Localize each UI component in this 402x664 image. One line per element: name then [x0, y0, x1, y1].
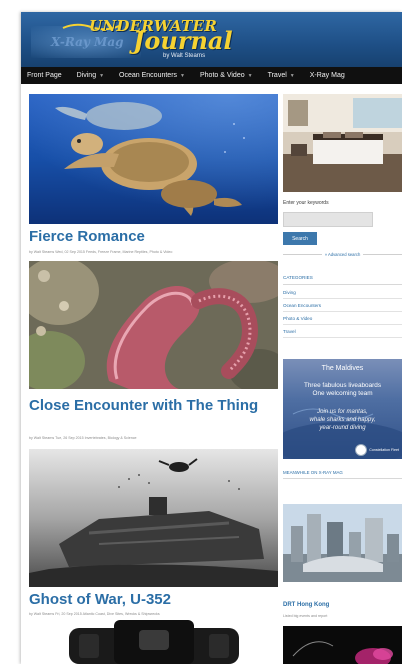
post-title[interactable]: Ghost of War, U-352	[29, 591, 171, 608]
ad-text: Three fabulous liveaboards	[303, 382, 382, 389]
ad-text: One welcoming team	[312, 390, 373, 397]
chevron-down-icon: ▼	[289, 72, 295, 79]
ad-brand-name: Constellation Fleet	[369, 448, 399, 452]
nav-item-diving[interactable]: Diving ▼	[77, 72, 104, 79]
post-image-camera[interactable]	[29, 620, 278, 664]
feature-subtitle: Listed big events and report	[283, 614, 328, 618]
divider	[363, 253, 402, 255]
nav-item-photo-video[interactable]: Photo & Video ▼	[200, 72, 253, 79]
meanwhile-heading: MEANWHILE ON X-RAY MAG	[283, 470, 402, 479]
nav-item-label: Front Page	[27, 72, 62, 79]
nav-item-ocean-encounters[interactable]: Ocean Encounters ▼	[119, 72, 185, 79]
search-label: Enter your keywords	[283, 200, 329, 206]
chevron-down-icon: ▼	[247, 72, 253, 79]
logo-journal: Journal	[133, 26, 233, 55]
post-meta: by Walt Stearns Tue, 26 Sep 2015 Inverte…	[29, 436, 137, 440]
nav-item-label: Diving	[76, 72, 97, 79]
nav-item-label: Photo & Video	[199, 72, 245, 79]
main-nav: Front Page Diving ▼ Ocean Encounters ▼ Pho…	[21, 67, 402, 84]
post-meta: by Walt Stearns Fri, 20 Sep 2015 Atlanti…	[29, 612, 160, 616]
nav-item-travel[interactable]: Travel ▼	[268, 72, 295, 79]
post-title[interactable]: Fierce Romance	[29, 228, 145, 245]
search-input[interactable]	[283, 212, 373, 227]
post-image-wreck[interactable]	[29, 449, 278, 587]
chevron-down-icon: ▼	[180, 72, 185, 79]
site-frame: X-Ray Mag UNDERWATER Journal by Walt Ste…	[21, 12, 402, 664]
categories-heading: CATEGORIES	[283, 275, 402, 285]
ad-title: The Maldives	[321, 365, 364, 372]
maldives-ad[interactable]: The Maldives Three fabulous liveaboards …	[283, 359, 402, 459]
ad-text: year-round diving	[319, 425, 366, 431]
hong-kong-image[interactable]	[283, 504, 402, 582]
nav-item-label: Travel	[267, 72, 287, 79]
nav-item-front-page[interactable]: Front Page	[27, 72, 62, 79]
post-title[interactable]: Close Encounter with The Thing	[29, 397, 258, 414]
constellation-logo-icon	[355, 444, 368, 456]
nav-item-xray-mag[interactable]: X-Ray Mag	[310, 72, 345, 79]
hotel-room-image[interactable]	[283, 94, 402, 192]
category-link-diving[interactable]: Diving	[283, 286, 402, 299]
feature-image-dark[interactable]	[283, 626, 402, 664]
nav-item-label: Ocean Encounters	[119, 72, 178, 79]
post-meta: by Walt Stearns Wed, 02 Sep 2015 Feeds, …	[29, 250, 173, 254]
post-image-turtles[interactable]	[29, 94, 278, 224]
search-button[interactable]: Search	[283, 232, 317, 245]
advanced-search-row: » Advanced search	[283, 250, 402, 258]
logo-xray-mag: X-Ray Mag	[51, 35, 124, 49]
divider	[283, 253, 322, 255]
site-header[interactable]: X-Ray Mag UNDERWATER Journal by Walt Ste…	[21, 12, 402, 67]
ad-brand: Constellation Fleet	[355, 444, 399, 456]
nav-item-label: X-Ray Mag	[309, 72, 345, 79]
page: X-Ray Mag UNDERWATER Journal by Walt Ste…	[0, 0, 402, 664]
chevron-down-icon: ▼	[99, 72, 105, 79]
post-image-fireworm[interactable]	[29, 261, 278, 389]
ad-text: Join us for mantas,	[317, 409, 368, 415]
advanced-search-link[interactable]: » Advanced search	[322, 252, 364, 257]
logo-byline: by Walt Stearns	[163, 53, 206, 59]
category-link-ocean-encounters[interactable]: Ocean Encounters	[283, 299, 402, 312]
category-link-photo-video[interactable]: Photo & Video	[283, 312, 402, 325]
ad-text: whale sharks and happy,	[309, 417, 376, 423]
feature-title[interactable]: DRT Hong Kong	[283, 602, 329, 608]
category-link-travel[interactable]: Travel	[283, 325, 402, 338]
